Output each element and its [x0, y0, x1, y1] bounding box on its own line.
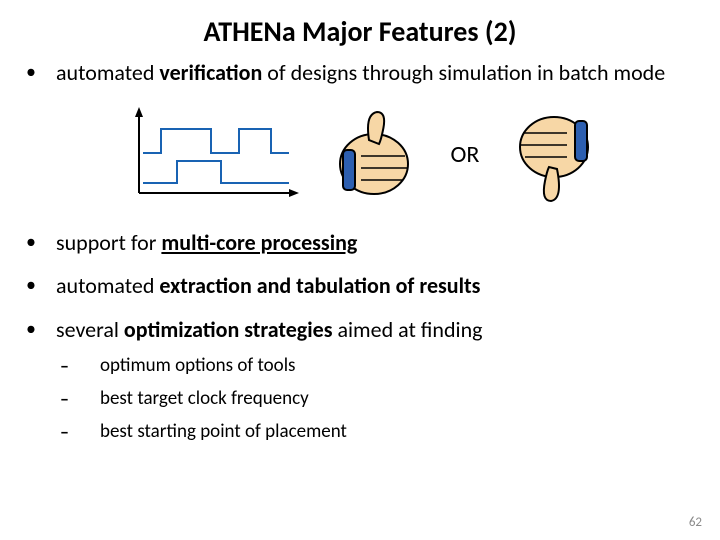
sub-text-2: best target clock frequency [100, 388, 309, 411]
thumbs-down-icon [509, 95, 599, 215]
bullet-text-4: several optimization strategies aimed at… [56, 316, 694, 344]
waveform-icon [121, 105, 301, 205]
text-strong: optimization strategies [124, 316, 333, 343]
dash-marker: – [60, 421, 100, 443]
bullet-item-4: • several optimization strategies aimed … [26, 316, 694, 344]
sub-text-3: best starting point of placement [100, 421, 347, 444]
figure-row: OR [26, 95, 694, 215]
page-number: 62 [689, 515, 702, 530]
text-fragment: support for [56, 229, 161, 256]
sub-item-3: – best starting point of placement [60, 421, 694, 444]
bullet-marker: • [26, 272, 56, 298]
sub-item-1: – optimum options of tools [60, 355, 694, 378]
page-title: ATHENa Major Features (2) [0, 0, 720, 59]
bullet-text-1: automated verification of designs throug… [56, 59, 694, 87]
sub-item-2: – best target clock frequency [60, 388, 694, 411]
sub-text-1: optimum options of tools [100, 355, 296, 378]
content-area: • automated verification of designs thro… [0, 59, 720, 443]
bullet-text-2: support for multi-core processing [56, 229, 694, 257]
text-fragment: several [56, 316, 124, 343]
text-fragment: of designs through simulation in batch m… [262, 59, 665, 86]
bullet-text-3: automated extraction and tabulation of r… [56, 272, 694, 300]
text-strong: multi-core processing [161, 229, 357, 256]
text-strong: verification [159, 59, 262, 86]
text-strong: extraction and tabulation of results [159, 272, 480, 299]
bullet-item-1: • automated verification of designs thro… [26, 59, 694, 87]
or-label: OR [451, 140, 480, 169]
bullet-item-2: • support for multi-core processing [26, 229, 694, 257]
dash-marker: – [60, 355, 100, 377]
text-fragment: automated [56, 59, 159, 86]
thumbs-up-icon [331, 100, 421, 210]
bullet-marker: • [26, 59, 56, 85]
bullet-marker: • [26, 316, 56, 342]
bullet-marker: • [26, 229, 56, 255]
text-fragment: aimed at finding [333, 316, 483, 343]
bullet-item-3: • automated extraction and tabulation of… [26, 272, 694, 300]
dash-marker: – [60, 388, 100, 410]
text-fragment: automated [56, 272, 159, 299]
